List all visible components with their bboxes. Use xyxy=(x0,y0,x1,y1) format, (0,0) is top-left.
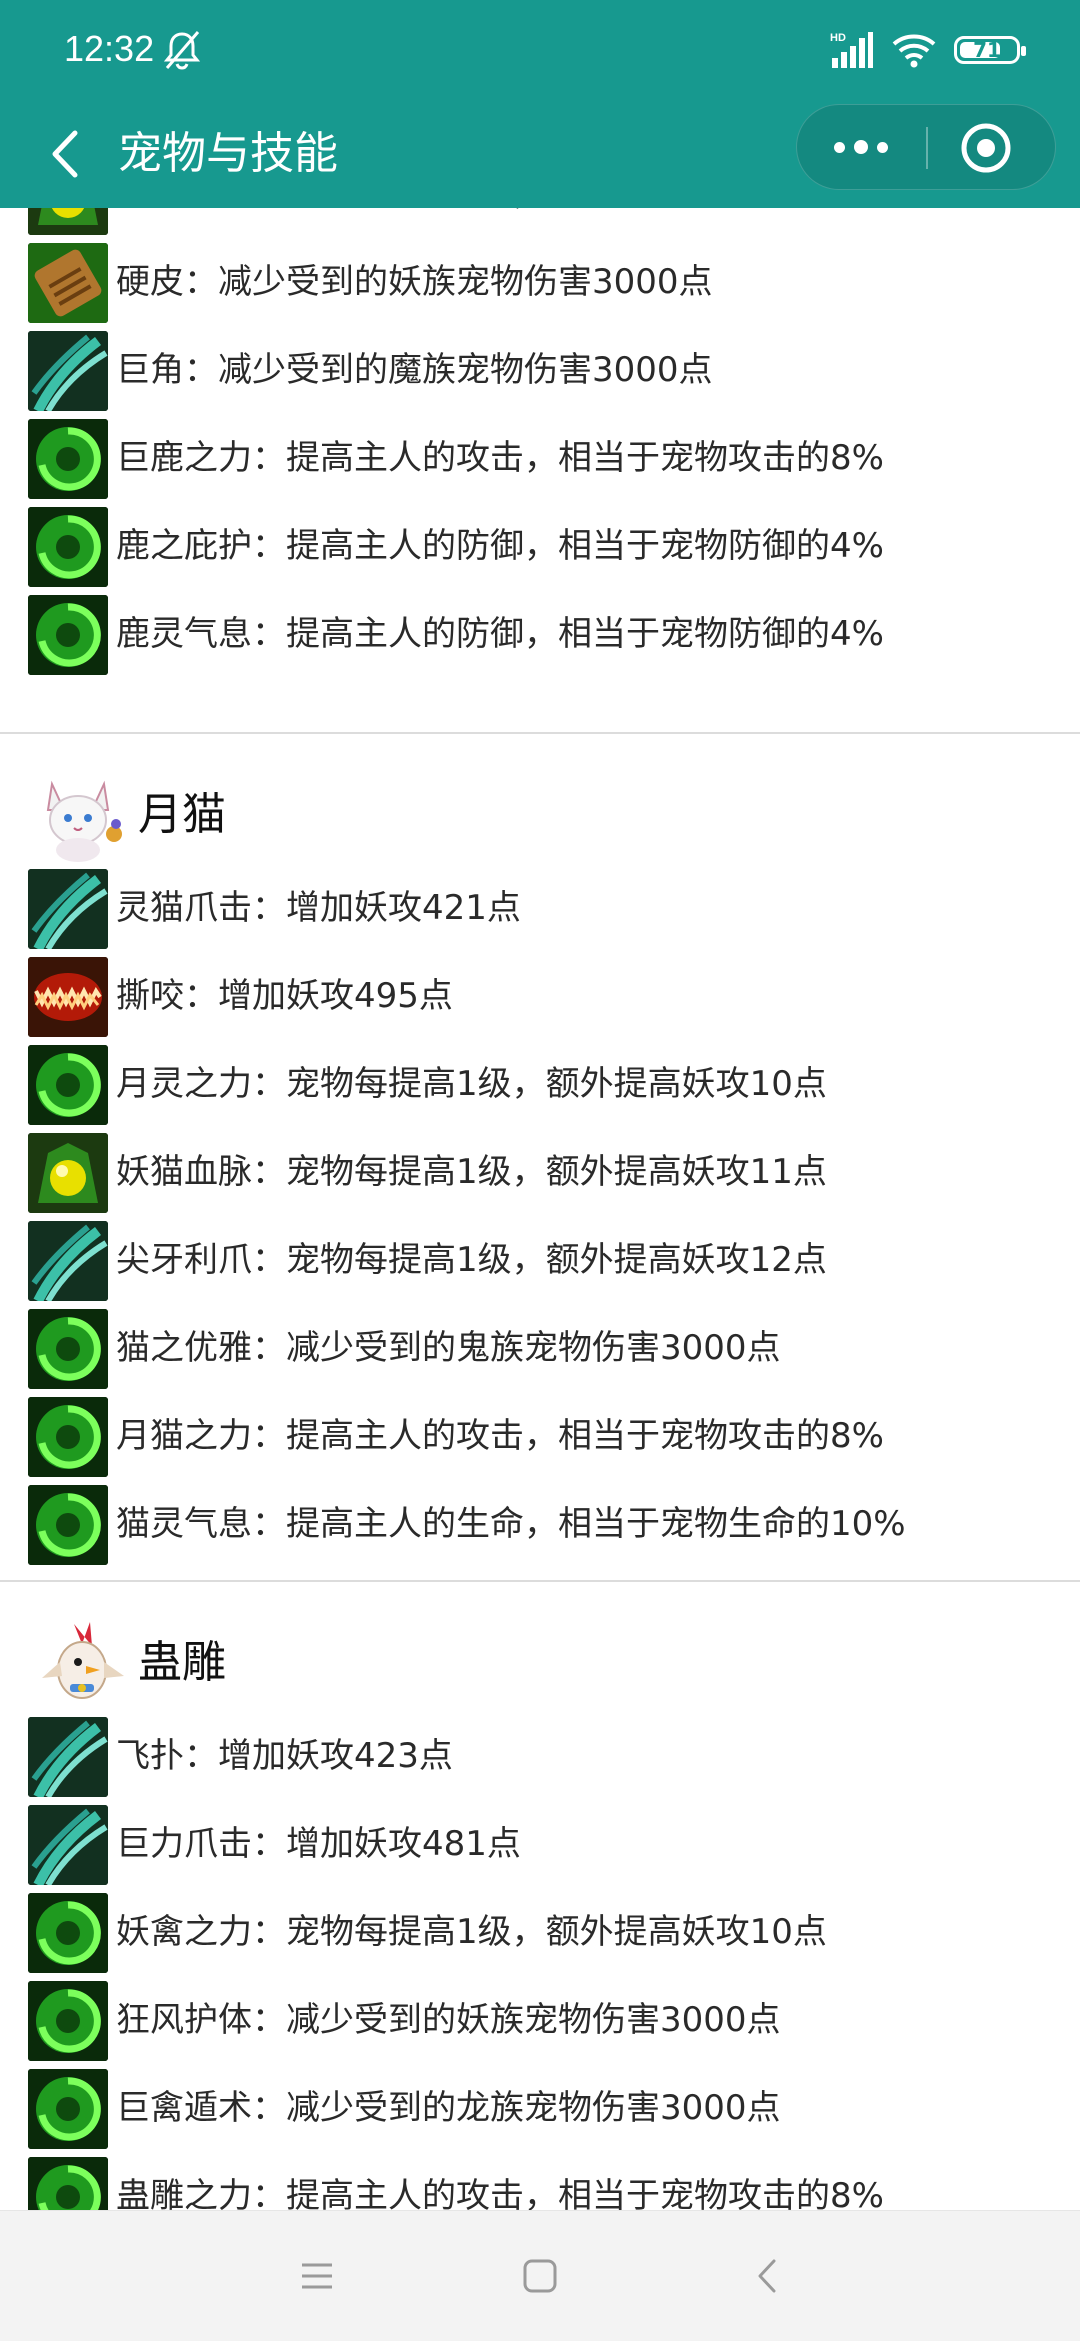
skill-row: 妖猫血脉：宠物每提高1级，额外提高妖攻11点 xyxy=(0,1128,1080,1216)
skill-text: 猫灵气息：提高主人的生命，相当于宠物生命的10% xyxy=(116,1504,906,1544)
claw-strike-skill-icon xyxy=(28,1805,108,1885)
yellow-orb-skill-icon xyxy=(28,1133,108,1213)
skill-text: 猫之优雅：减少受到的鬼族宠物伤害3000点 xyxy=(116,1328,781,1368)
skill-row: 巨力爪击：增加妖攻481点 xyxy=(0,1800,1080,1888)
claw-strike-skill-icon xyxy=(28,1717,108,1797)
more-button[interactable] xyxy=(797,105,925,189)
skill-text: 巨鹿之力：提高主人的攻击，相当于宠物攻击的8% xyxy=(116,438,884,478)
status-bar: 12:32 HD 71 xyxy=(0,0,1080,100)
status-time: 12:32 xyxy=(64,28,155,69)
pet-name: 蛊雕 xyxy=(138,1637,226,1688)
skill-row: 鹿灵气息：提高主人的防御，相当于宠物防御的4% xyxy=(0,590,1080,678)
moon-cat-avatar xyxy=(46,780,122,862)
skill-text: 硬皮：减少受到的妖族宠物伤害3000点 xyxy=(116,262,713,302)
skill-row: 巨禽遁术：减少受到的龙族宠物伤害3000点 xyxy=(0,2064,1080,2152)
skill-row: 灵猫爪击：增加妖攻421点 xyxy=(0,864,1080,952)
pet-header: 月猫 xyxy=(0,758,1080,868)
green-swirl-skill-icon xyxy=(28,1485,108,1565)
skill-row: 狂风护体：减少受到的妖族宠物伤害3000点 xyxy=(0,1976,1080,2064)
skill-row: 撕咬：增加妖攻495点 xyxy=(0,952,1080,1040)
close-target-icon[interactable] xyxy=(959,121,1013,175)
skill-text: 灵猫爪击：增加妖攻421点 xyxy=(116,888,521,928)
green-swirl-skill-icon xyxy=(28,1397,108,1477)
yellow-orb-skill-icon xyxy=(28,208,108,235)
green-swirl-skill-icon xyxy=(28,1309,108,1389)
bell-muted-icon xyxy=(163,31,201,70)
armor-scale-skill-icon xyxy=(28,243,108,323)
skill-text: 月猫之力：提高主人的攻击，相当于宠物攻击的8% xyxy=(116,1416,884,1456)
skill-text: 巨禽遁术：减少受到的龙族宠物伤害3000点 xyxy=(116,2088,781,2128)
claw-strike-skill-icon xyxy=(28,869,108,949)
gu-diao-bird-avatar xyxy=(42,1622,124,1699)
skill-row: 飞扑：增加妖攻423点 xyxy=(0,1712,1080,1800)
green-swirl-skill-icon xyxy=(28,507,108,587)
green-swirl-skill-icon xyxy=(28,595,108,675)
skill-text: 撕咬：增加妖攻495点 xyxy=(116,976,453,1016)
section-divider xyxy=(0,732,1080,734)
green-swirl-skill-icon xyxy=(28,419,108,499)
signal-icon: HD xyxy=(830,32,873,68)
skill-text: 飞扑：增加妖攻423点 xyxy=(116,1736,453,1776)
chevron-left-icon xyxy=(52,130,78,178)
skill-row: 月灵之力：宠物每提高1级，额外提高妖攻10点 xyxy=(0,1040,1080,1128)
green-swirl-skill-icon xyxy=(28,2157,108,2210)
title-bar: 宠物与技能 xyxy=(0,100,1080,208)
skill-text: 月灵之力：宠物每提高1级，额外提高妖攻10点 xyxy=(116,1064,827,1104)
capsule-divider xyxy=(926,127,928,169)
section-divider xyxy=(0,1580,1080,1582)
skill-text: 尖牙利爪：宠物每提高1级，额外提高妖攻12点 xyxy=(116,1240,827,1280)
green-swirl-skill-icon xyxy=(28,2069,108,2149)
network-label: HD xyxy=(830,32,846,44)
skill-row: 鹿之庇护：提高主人的防御，相当于宠物防御的4% xyxy=(0,502,1080,590)
skill-row: 月猫之力：提高主人的攻击，相当于宠物攻击的8% xyxy=(0,1392,1080,1480)
skill-row: 硬皮：减少受到的妖族宠物伤害3000点 xyxy=(0,238,1080,326)
skill-row: 猫灵气息：提高主人的生命，相当于宠物生命的10% xyxy=(0,1480,1080,1568)
skill-text: 妖猫血脉：宠物每提高1级，额外提高妖攻11点 xyxy=(116,1152,827,1192)
claw-strike-skill-icon xyxy=(28,331,108,411)
skill-row: 妖鹿血脉：宠物每提高1级，额外提高妖攻11点 xyxy=(0,208,1080,238)
fang-bite-skill-icon xyxy=(28,957,108,1037)
pet-name: 月猫 xyxy=(138,789,226,840)
green-swirl-skill-icon xyxy=(28,1981,108,2061)
skill-text: 妖鹿血脉：宠物每提高1级，额外提高妖攻11点 xyxy=(116,208,827,220)
home-square-icon[interactable] xyxy=(513,2249,567,2303)
page-title: 宠物与技能 xyxy=(118,128,338,179)
skill-row: 巨角：减少受到的魔族宠物伤害3000点 xyxy=(0,326,1080,414)
back-button[interactable] xyxy=(36,124,96,184)
battery-icon: 71 xyxy=(954,36,1026,64)
green-swirl-skill-icon xyxy=(28,1893,108,1973)
pet-skill-list[interactable]: 妖鹿血脉：宠物每提高1级，额外提高妖攻11点 硬皮：减少受到的妖族宠物伤害300… xyxy=(0,208,1080,2210)
back-triangle-icon[interactable] xyxy=(740,2249,794,2303)
skill-text: 巨力爪击：增加妖攻481点 xyxy=(116,1824,521,1864)
skill-row: 巨鹿之力：提高主人的攻击，相当于宠物攻击的8% xyxy=(0,414,1080,502)
skill-text: 鹿之庇护：提高主人的防御，相当于宠物防御的4% xyxy=(116,526,884,566)
status-indicators: HD 71 xyxy=(828,28,1026,72)
skill-text: 狂风护体：减少受到的妖族宠物伤害3000点 xyxy=(116,2000,781,2040)
menu-icon[interactable] xyxy=(290,2249,344,2303)
more-dots-icon xyxy=(834,141,845,153)
skill-text: 鹿灵气息：提高主人的防御，相当于宠物防御的4% xyxy=(116,614,884,654)
skill-row: 尖牙利爪：宠物每提高1级，额外提高妖攻12点 xyxy=(0,1216,1080,1304)
mini-program-capsule xyxy=(796,104,1056,190)
system-nav-bar xyxy=(0,2210,1080,2341)
skill-row: 妖禽之力：宠物每提高1级，额外提高妖攻10点 xyxy=(0,1888,1080,1976)
skill-text: 巨角：减少受到的魔族宠物伤害3000点 xyxy=(116,350,713,390)
skill-text: 蛊雕之力：提高主人的攻击，相当于宠物攻击的8% xyxy=(116,2176,884,2210)
skill-row: 蛊雕之力：提高主人的攻击，相当于宠物攻击的8% xyxy=(0,2152,1080,2210)
wifi-icon xyxy=(892,34,936,68)
claw-strike-skill-icon xyxy=(28,1221,108,1301)
pet-header: 蛊雕 xyxy=(0,1606,1080,1716)
green-swirl-skill-icon xyxy=(28,1045,108,1125)
skill-row: 猫之优雅：减少受到的鬼族宠物伤害3000点 xyxy=(0,1304,1080,1392)
skill-text: 妖禽之力：宠物每提高1级，额外提高妖攻10点 xyxy=(116,1912,827,1952)
battery-level: 71 xyxy=(973,38,1001,62)
